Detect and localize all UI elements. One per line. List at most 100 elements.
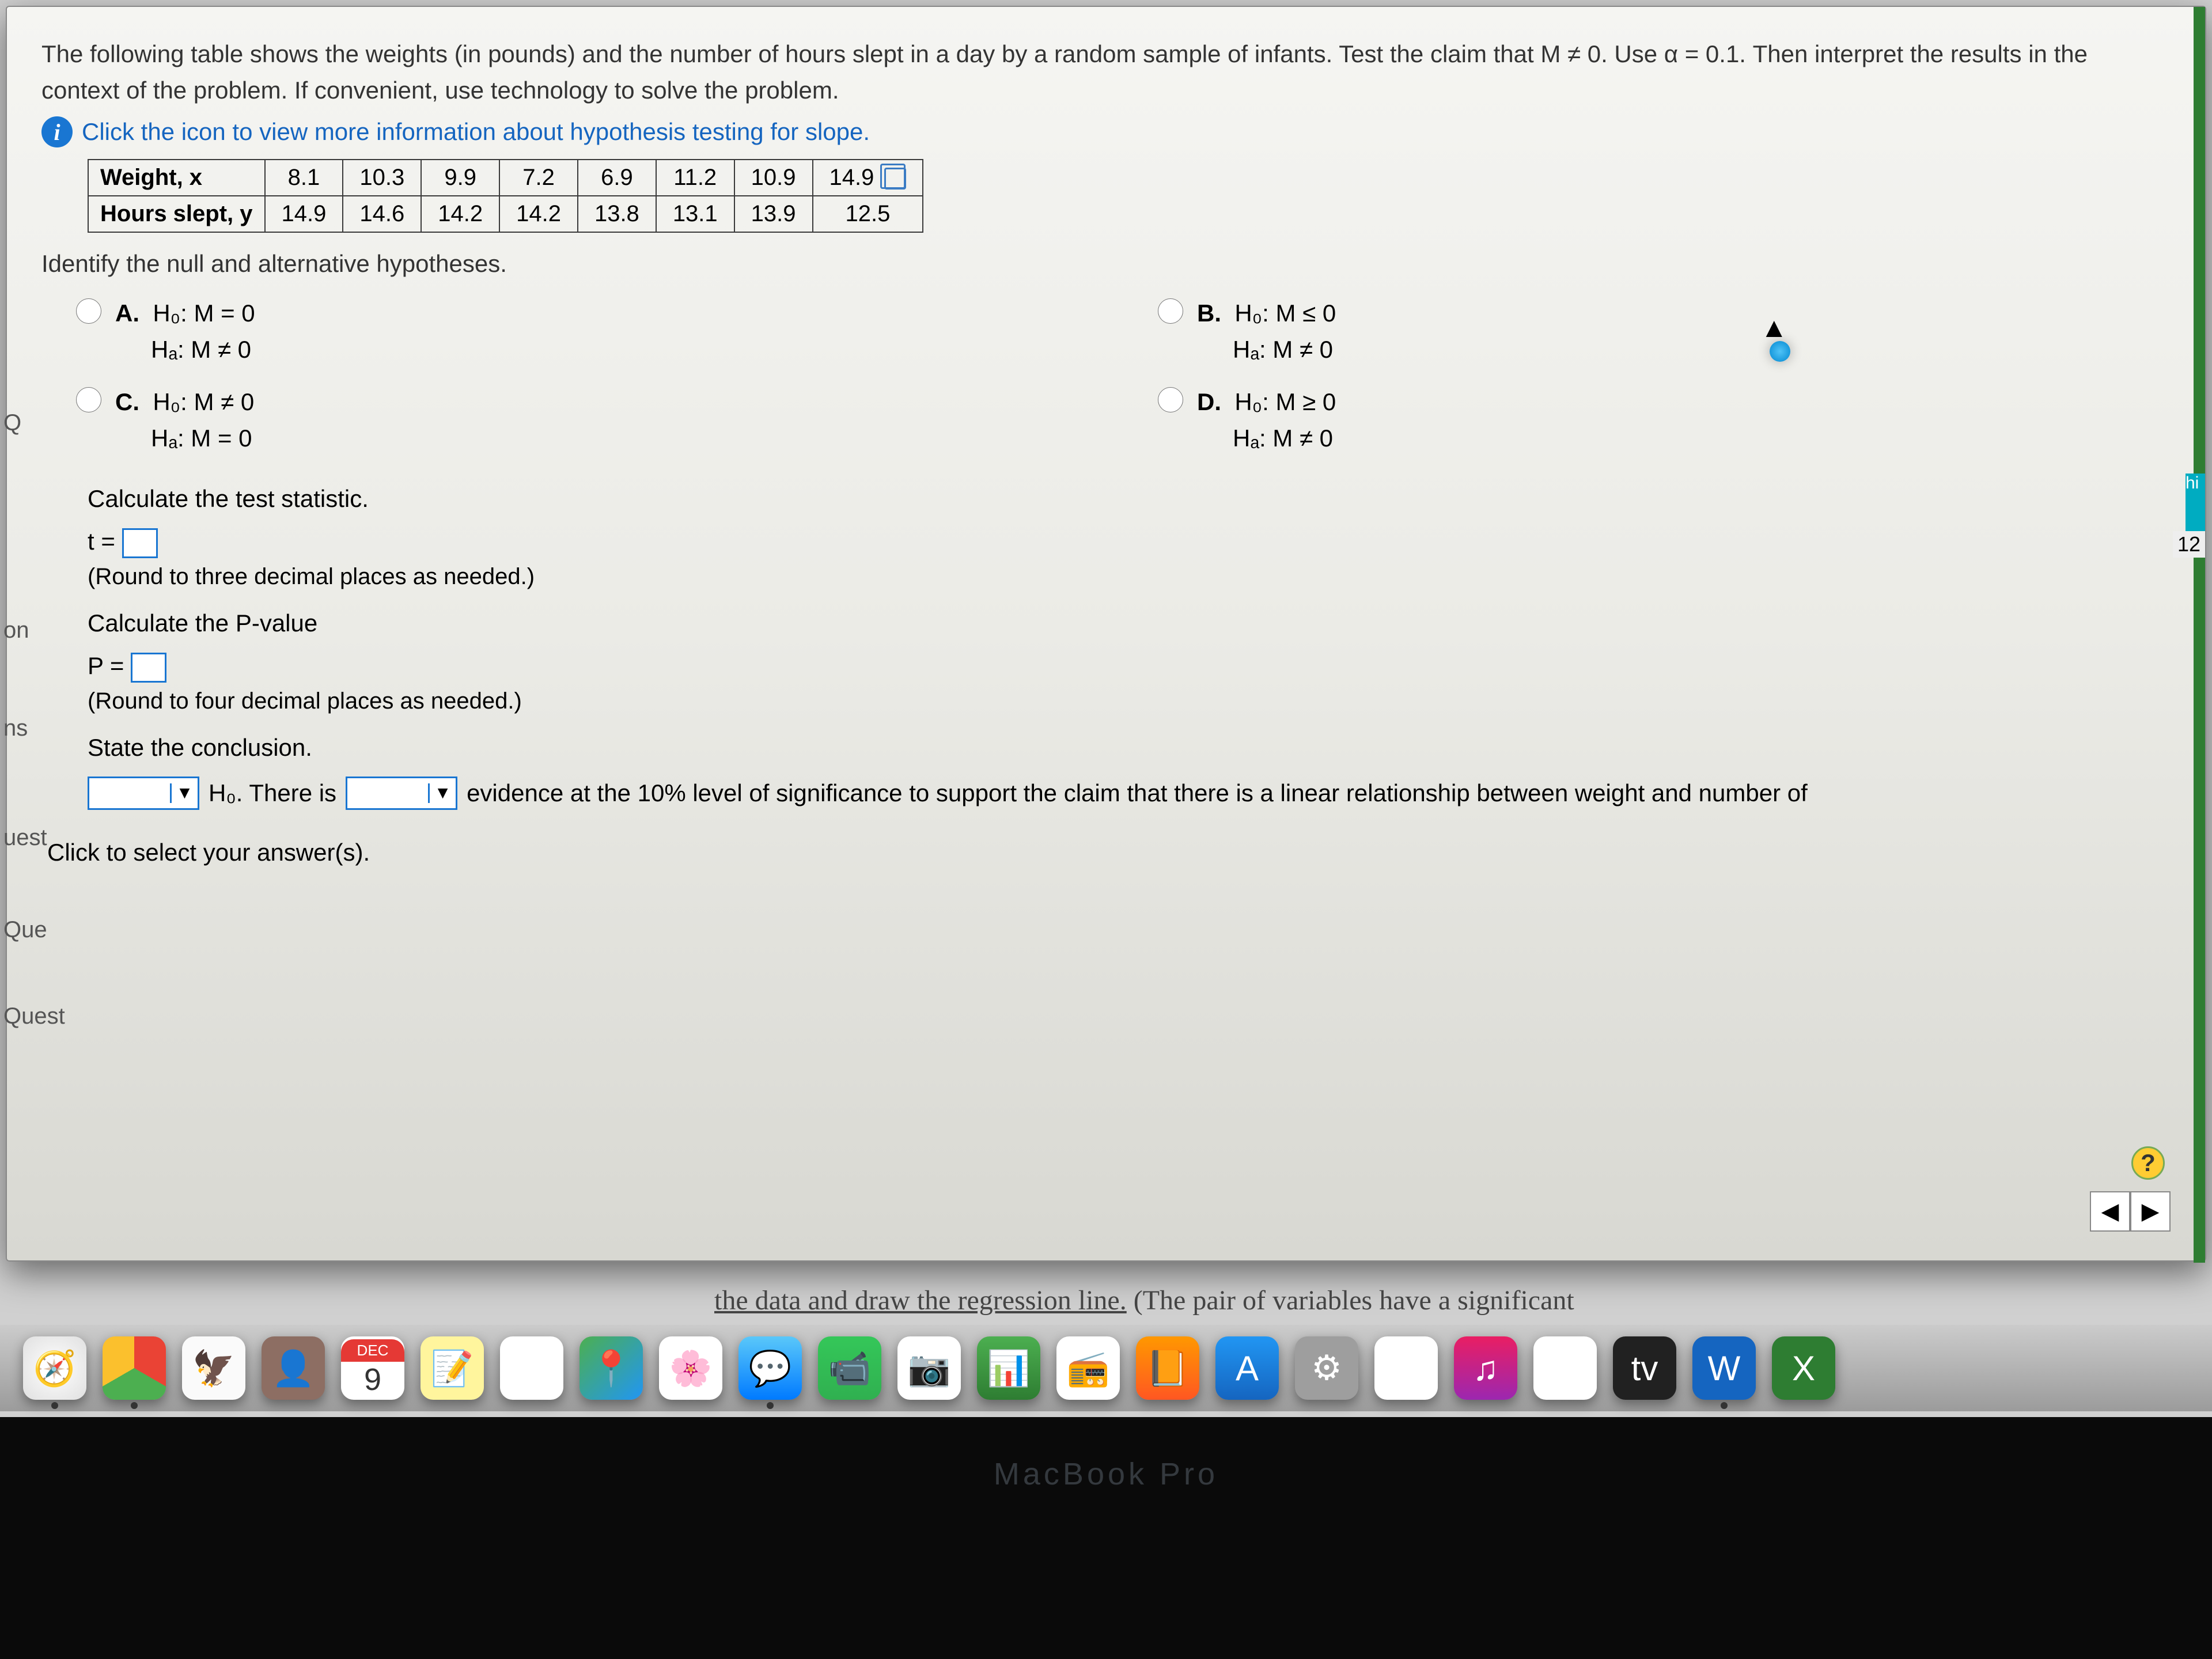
cell: 10.9 [734,160,813,196]
excel-icon[interactable]: X [1772,1336,1835,1400]
photos-icon[interactable]: 🌸 [659,1336,722,1400]
data-table: Weight, x 8.1 10.3 9.9 7.2 6.9 11.2 10.9… [88,159,923,233]
cell: 10.3 [343,160,421,196]
cell: 6.9 [578,160,656,196]
choice-a-h0: H₀: M = 0 [153,300,255,327]
next-button[interactable]: ▶ [2130,1191,2171,1232]
cell: 11.2 [656,160,734,196]
cell: 13.8 [578,196,656,232]
cell: 14.6 [343,196,421,232]
question-modal: hi 12 ▲ The following table shows the we… [6,6,2206,1262]
choice-c[interactable]: C. H₀: M ≠ 0 Hₐ: M = 0 [76,384,1089,456]
chevron-down-icon: ▼ [428,783,456,803]
safari-icon[interactable]: 🧭 [23,1336,86,1400]
left-fragment-ns: ns [3,715,44,741]
contacts-icon[interactable]: 👤 [262,1336,325,1400]
books-icon[interactable]: 📙 [1136,1336,1199,1400]
row-header-hours: Hours slept, y [88,196,265,232]
cell: 7.2 [499,160,578,196]
chevron-down-icon: ▼ [170,783,198,803]
choice-d-letter: D. [1197,388,1221,415]
info-icon[interactable]: i [41,116,73,147]
conclusion-select-1[interactable]: ▼ [88,777,199,810]
left-fragment-uest: uest [3,825,44,851]
row-header-weight: Weight, x [88,160,265,196]
macbook-pro-label: MacBook Pro [0,1456,2212,1492]
appletv-icon[interactable]: tv [1613,1336,1676,1400]
copy-table-icon[interactable] [884,168,906,190]
photobooth-icon[interactable]: 📷 [897,1336,961,1400]
radio-d[interactable] [1158,387,1183,412]
facetime-icon[interactable]: 📹 [818,1336,881,1400]
choice-b-h0: H₀: M ≤ 0 [1234,300,1336,327]
choice-d-h0: H₀: M ≥ 0 [1234,388,1336,415]
problem-statement: The following table shows the weights (i… [41,36,2171,108]
test-statistic-label: Calculate the test statistic. [88,485,2171,513]
reminders-icon[interactable]: ☑ [500,1336,563,1400]
cell: 14.2 [499,196,578,232]
cell: 12.5 [813,196,923,232]
calendar-icon[interactable]: DEC9 [341,1336,404,1400]
choice-c-h0: H₀: M ≠ 0 [153,388,254,415]
laptop-bezel [0,1417,2212,1659]
messages-icon[interactable]: 💬 [738,1336,802,1400]
radio-b[interactable] [1158,298,1183,324]
t-input[interactable] [122,528,158,558]
conclusion-mid2: evidence at the 10% level of significanc… [467,779,1808,807]
notes-icon[interactable]: 📝 [421,1336,484,1400]
cell: 14.9 [265,196,343,232]
p-value-label: Calculate the P-value [88,609,2171,637]
loading-spinner-icon [1770,341,1790,362]
left-fragment-quest: Quest [3,1003,44,1029]
prev-button[interactable]: ◀ [2090,1191,2130,1232]
choice-a-ha: Hₐ: M ≠ 0 [151,331,255,368]
problem-paragraph: The following table shows the weights (i… [41,36,2171,108]
podcast-icon[interactable]: 📻 [1056,1336,1120,1400]
choice-c-letter: C. [115,388,139,415]
right-fragment-hi: hi [2186,474,2205,531]
cell: 13.1 [656,196,734,232]
mail-icon[interactable]: 🦅 [182,1336,245,1400]
system-preferences-icon[interactable]: ⚙ [1295,1336,1358,1400]
right-strip [2194,7,2205,1263]
cell: 9.9 [421,160,499,196]
info-link[interactable]: Click the icon to view more information … [82,118,870,146]
slack-icon[interactable]: ⧉ [1374,1336,1438,1400]
click-prompt: Click to select your answer(s). [47,839,2171,866]
identify-hypotheses-label: Identify the null and alternative hypoth… [41,250,2171,278]
choice-d-ha: Hₐ: M ≠ 0 [1233,420,1336,456]
cell: 14.2 [421,196,499,232]
conclusion-select-2[interactable]: ▼ [346,777,457,810]
right-fragment-12: 12 [2173,531,2205,558]
help-icon[interactable]: ? [2131,1146,2165,1180]
t-hint: (Round to three decimal places as needed… [88,564,2171,590]
left-fragment-on: on [3,618,44,643]
choice-b-ha: Hₐ: M ≠ 0 [1233,331,1336,368]
conclusion-label: State the conclusion. [88,734,2171,762]
background-page-text: the data and draw the regression line. (… [714,1285,1574,1316]
airpods-icon[interactable]: ◎ [1533,1336,1597,1400]
choice-a[interactable]: A. H₀: M = 0 Hₐ: M ≠ 0 [76,295,1089,368]
t-equals: t = [88,528,115,555]
numbers-icon[interactable]: 📊 [977,1336,1040,1400]
maps-icon[interactable]: 📍 [579,1336,643,1400]
radio-c[interactable] [76,387,101,412]
choice-b-letter: B. [1197,300,1221,327]
choice-a-letter: A. [115,300,139,327]
radio-a[interactable] [76,298,101,324]
appstore-icon[interactable]: A [1215,1336,1279,1400]
choice-b[interactable]: B. H₀: M ≤ 0 Hₐ: M ≠ 0 [1158,295,2171,368]
cell: 14.9 [813,160,923,196]
cell: 8.1 [265,160,343,196]
mouse-cursor: ▲ [1760,312,1788,344]
hypothesis-choices: A. H₀: M = 0 Hₐ: M ≠ 0 B. H₀: M ≤ 0 Hₐ: … [76,295,2171,456]
word-icon[interactable]: W [1692,1336,1756,1400]
left-fragment-q: Q [3,410,44,436]
p-input[interactable] [131,653,166,683]
p-hint: (Round to four decimal places as needed.… [88,688,2171,714]
left-fragment-que: Que [3,917,44,943]
chrome-icon[interactable] [103,1336,166,1400]
choice-d[interactable]: D. H₀: M ≥ 0 Hₐ: M ≠ 0 [1158,384,2171,456]
choice-c-ha: Hₐ: M = 0 [151,420,254,456]
itunes-icon[interactable]: ♫ [1454,1336,1517,1400]
